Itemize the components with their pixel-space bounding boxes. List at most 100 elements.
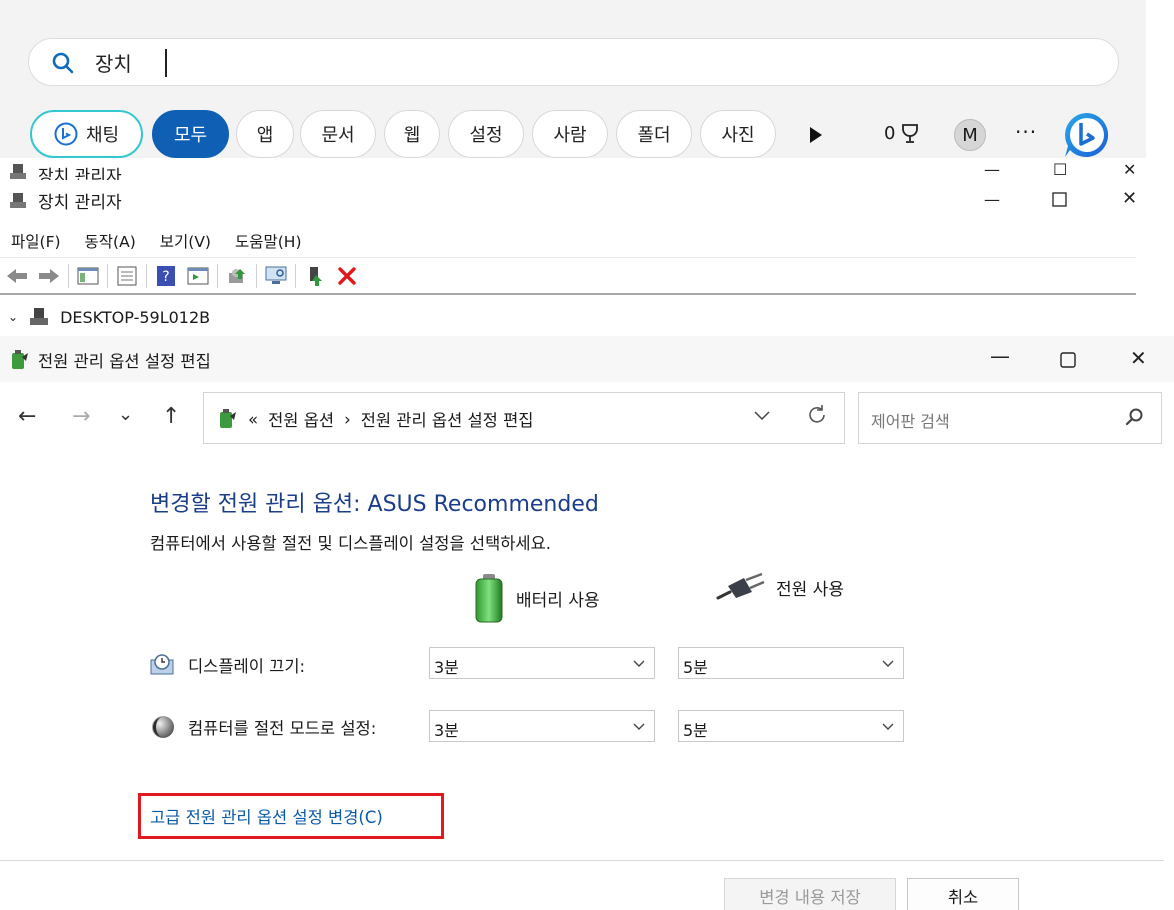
sleep-battery-value: 3분: [434, 721, 459, 740]
display-off-plugged-value: 5분: [683, 658, 708, 677]
breadcrumb-power-options[interactable]: 전원 옵션: [268, 407, 334, 431]
uninstall-device-icon[interactable]: [334, 264, 360, 288]
device-manager-icon: [10, 192, 26, 208]
display-clock-icon: [150, 654, 174, 675]
more-options-button[interactable]: ···: [1015, 120, 1037, 144]
battery-icon: [475, 574, 503, 623]
rewards-points[interactable]: 0: [884, 122, 921, 144]
properties-icon[interactable]: [114, 264, 140, 288]
help-icon[interactable]: ?: [153, 264, 179, 288]
page-subtitle: 컴퓨터에서 사용할 절전 및 디스플레이 설정을 선택하세요.: [150, 534, 552, 553]
toolbar-divider: [68, 264, 69, 288]
sleep-plugged-select[interactable]: 5분: [678, 710, 904, 742]
scan-hardware-icon[interactable]: [263, 264, 289, 288]
search-icon[interactable]: [1123, 406, 1145, 428]
chevron-down-icon: [882, 660, 894, 667]
menu-file[interactable]: 파일(F): [11, 230, 61, 252]
menu-action[interactable]: 동작(A): [85, 230, 136, 252]
windows-search-panel: 장치 채팅 모두 앱 문서 웹 설정 사람 폴더 사진 0 M ···: [0, 0, 1146, 160]
chevron-down-icon: [633, 660, 645, 667]
forward-button[interactable]: →: [72, 404, 90, 429]
power-plug-icon: [716, 572, 765, 600]
column-header-plugged-in-label: 전원 사용: [776, 579, 844, 600]
address-bar[interactable]: « 전원 옵션 › 전원 관리 옵션 설정 편집: [203, 392, 845, 444]
bing-logo-icon[interactable]: [1062, 110, 1112, 160]
chevron-down-icon: [633, 723, 645, 730]
toolbar-divider: [146, 264, 147, 288]
computer-icon: [30, 308, 49, 325]
back-button[interactable]: ←: [18, 404, 36, 429]
chip-folders[interactable]: 폴더: [616, 110, 692, 158]
control-panel-search-input[interactable]: 제어판 검색: [858, 392, 1162, 444]
tree-node-computer[interactable]: ⌄ DESKTOP-59L012B: [8, 306, 210, 328]
display-off-plugged-select[interactable]: 5분: [678, 647, 904, 679]
breadcrumb-overflow[interactable]: «: [248, 410, 258, 429]
chip-chat-label: 채팅: [85, 125, 120, 146]
device-manager-window: 장치 관리자 — ☐ ✕ 장치 관리자 — ✕ 파일(F) 동작(A) 보기(V…: [0, 158, 1146, 338]
advanced-settings-link[interactable]: 고급 전원 관리 옵션 설정 변경(C): [150, 804, 383, 828]
bing-chat-icon: [54, 122, 78, 146]
chip-chat[interactable]: 채팅: [30, 110, 143, 158]
recent-locations-chevron-icon[interactable]: ⌄: [118, 404, 133, 425]
show-hide-console-tree-icon[interactable]: [75, 264, 101, 288]
cancel-button[interactable]: 취소: [907, 878, 1019, 910]
menu-view[interactable]: 보기(V): [160, 230, 211, 252]
close-button[interactable]: ✕: [1130, 346, 1147, 370]
device-manager-icon: [10, 164, 26, 179]
ghost-minimize-icon: —: [984, 160, 1000, 179]
chip-all[interactable]: 모두: [152, 110, 229, 158]
device-manager-toolbar: ?: [0, 259, 1136, 295]
update-driver-icon[interactable]: [224, 264, 250, 288]
setting-row-sleep: 컴퓨터를 절전 모드로 설정:: [150, 714, 376, 740]
enable-device-icon[interactable]: [302, 264, 328, 288]
device-manager-menubar: 파일(F) 동작(A) 보기(V) 도움말(H): [0, 224, 1136, 258]
chip-photos[interactable]: 사진: [700, 110, 776, 158]
maximize-button[interactable]: [1060, 352, 1076, 368]
refresh-icon[interactable]: [805, 403, 829, 427]
column-header-battery: 배터리 사용: [472, 572, 600, 624]
svg-text:?: ?: [162, 269, 169, 285]
control-panel-search-placeholder: 제어판 검색: [871, 412, 950, 431]
back-arrow-icon[interactable]: [4, 264, 30, 288]
device-manager-title-text: 장치 관리자: [38, 193, 122, 213]
dm-minimize-button[interactable]: —: [984, 190, 1000, 209]
dm-maximize-button[interactable]: [1052, 192, 1067, 207]
search-icon: [52, 52, 74, 74]
power-options-window: 전원 관리 옵션 설정 편집 — ✕ ← → ⌄ ↑ « 전원 옵션 › 전원 …: [0, 336, 1174, 910]
more-filters-play-icon[interactable]: [808, 126, 824, 144]
forward-arrow-icon[interactable]: [36, 264, 62, 288]
setting-row-display-off: 디스플레이 끄기:: [150, 652, 305, 678]
page-title: 변경할 전원 관리 옵션: ASUS Recommended: [150, 492, 599, 517]
device-manager-title: 장치 관리자: [8, 188, 122, 213]
menu-help[interactable]: 도움말(H): [235, 230, 302, 252]
save-changes-button[interactable]: 변경 내용 저장: [724, 878, 896, 910]
sleep-plugged-value: 5분: [683, 721, 708, 740]
chip-apps[interactable]: 앱: [236, 110, 294, 158]
rewards-points-value: 0: [884, 122, 896, 144]
chip-people[interactable]: 사람: [532, 110, 608, 158]
sleep-battery-select[interactable]: 3분: [429, 710, 655, 742]
toolbar-divider: [256, 264, 257, 288]
dm-close-button[interactable]: ✕: [1122, 188, 1137, 209]
action-pane-icon[interactable]: [185, 264, 211, 288]
user-avatar[interactable]: M: [954, 119, 986, 151]
navigation-bar: ← → ⌄ ↑ « 전원 옵션 › 전원 관리 옵션 설정 편집 제어판 검색: [0, 392, 1174, 444]
chip-documents[interactable]: 문서: [300, 110, 376, 158]
text-caret: [165, 49, 167, 77]
chevron-down-icon[interactable]: ⌄: [8, 310, 18, 324]
address-dropdown-chevron-icon[interactable]: [752, 405, 772, 425]
minimize-button[interactable]: —: [990, 344, 1010, 368]
device-manager-ghost-title: 장치 관리자: [8, 162, 122, 180]
breadcrumb-edit-plan[interactable]: 전원 관리 옵션 설정 편집: [361, 407, 534, 431]
search-input[interactable]: 장치: [28, 38, 1119, 86]
device-tree: ⌄ DESKTOP-59L012B: [0, 298, 1136, 338]
setting-sleep-label: 컴퓨터를 절전 모드로 설정:: [188, 719, 377, 738]
column-header-battery-label: 배터리 사용: [516, 590, 600, 611]
display-off-battery-select[interactable]: 3분: [429, 647, 655, 679]
device-manager-ghost-title-text: 장치 관리자: [38, 167, 122, 180]
power-options-icon: [12, 350, 28, 369]
up-one-level-button[interactable]: ↑: [162, 404, 180, 429]
setting-display-off-label: 디스플레이 끄기:: [188, 657, 306, 676]
chip-web[interactable]: 웹: [384, 110, 440, 158]
chip-settings[interactable]: 설정: [448, 110, 524, 158]
